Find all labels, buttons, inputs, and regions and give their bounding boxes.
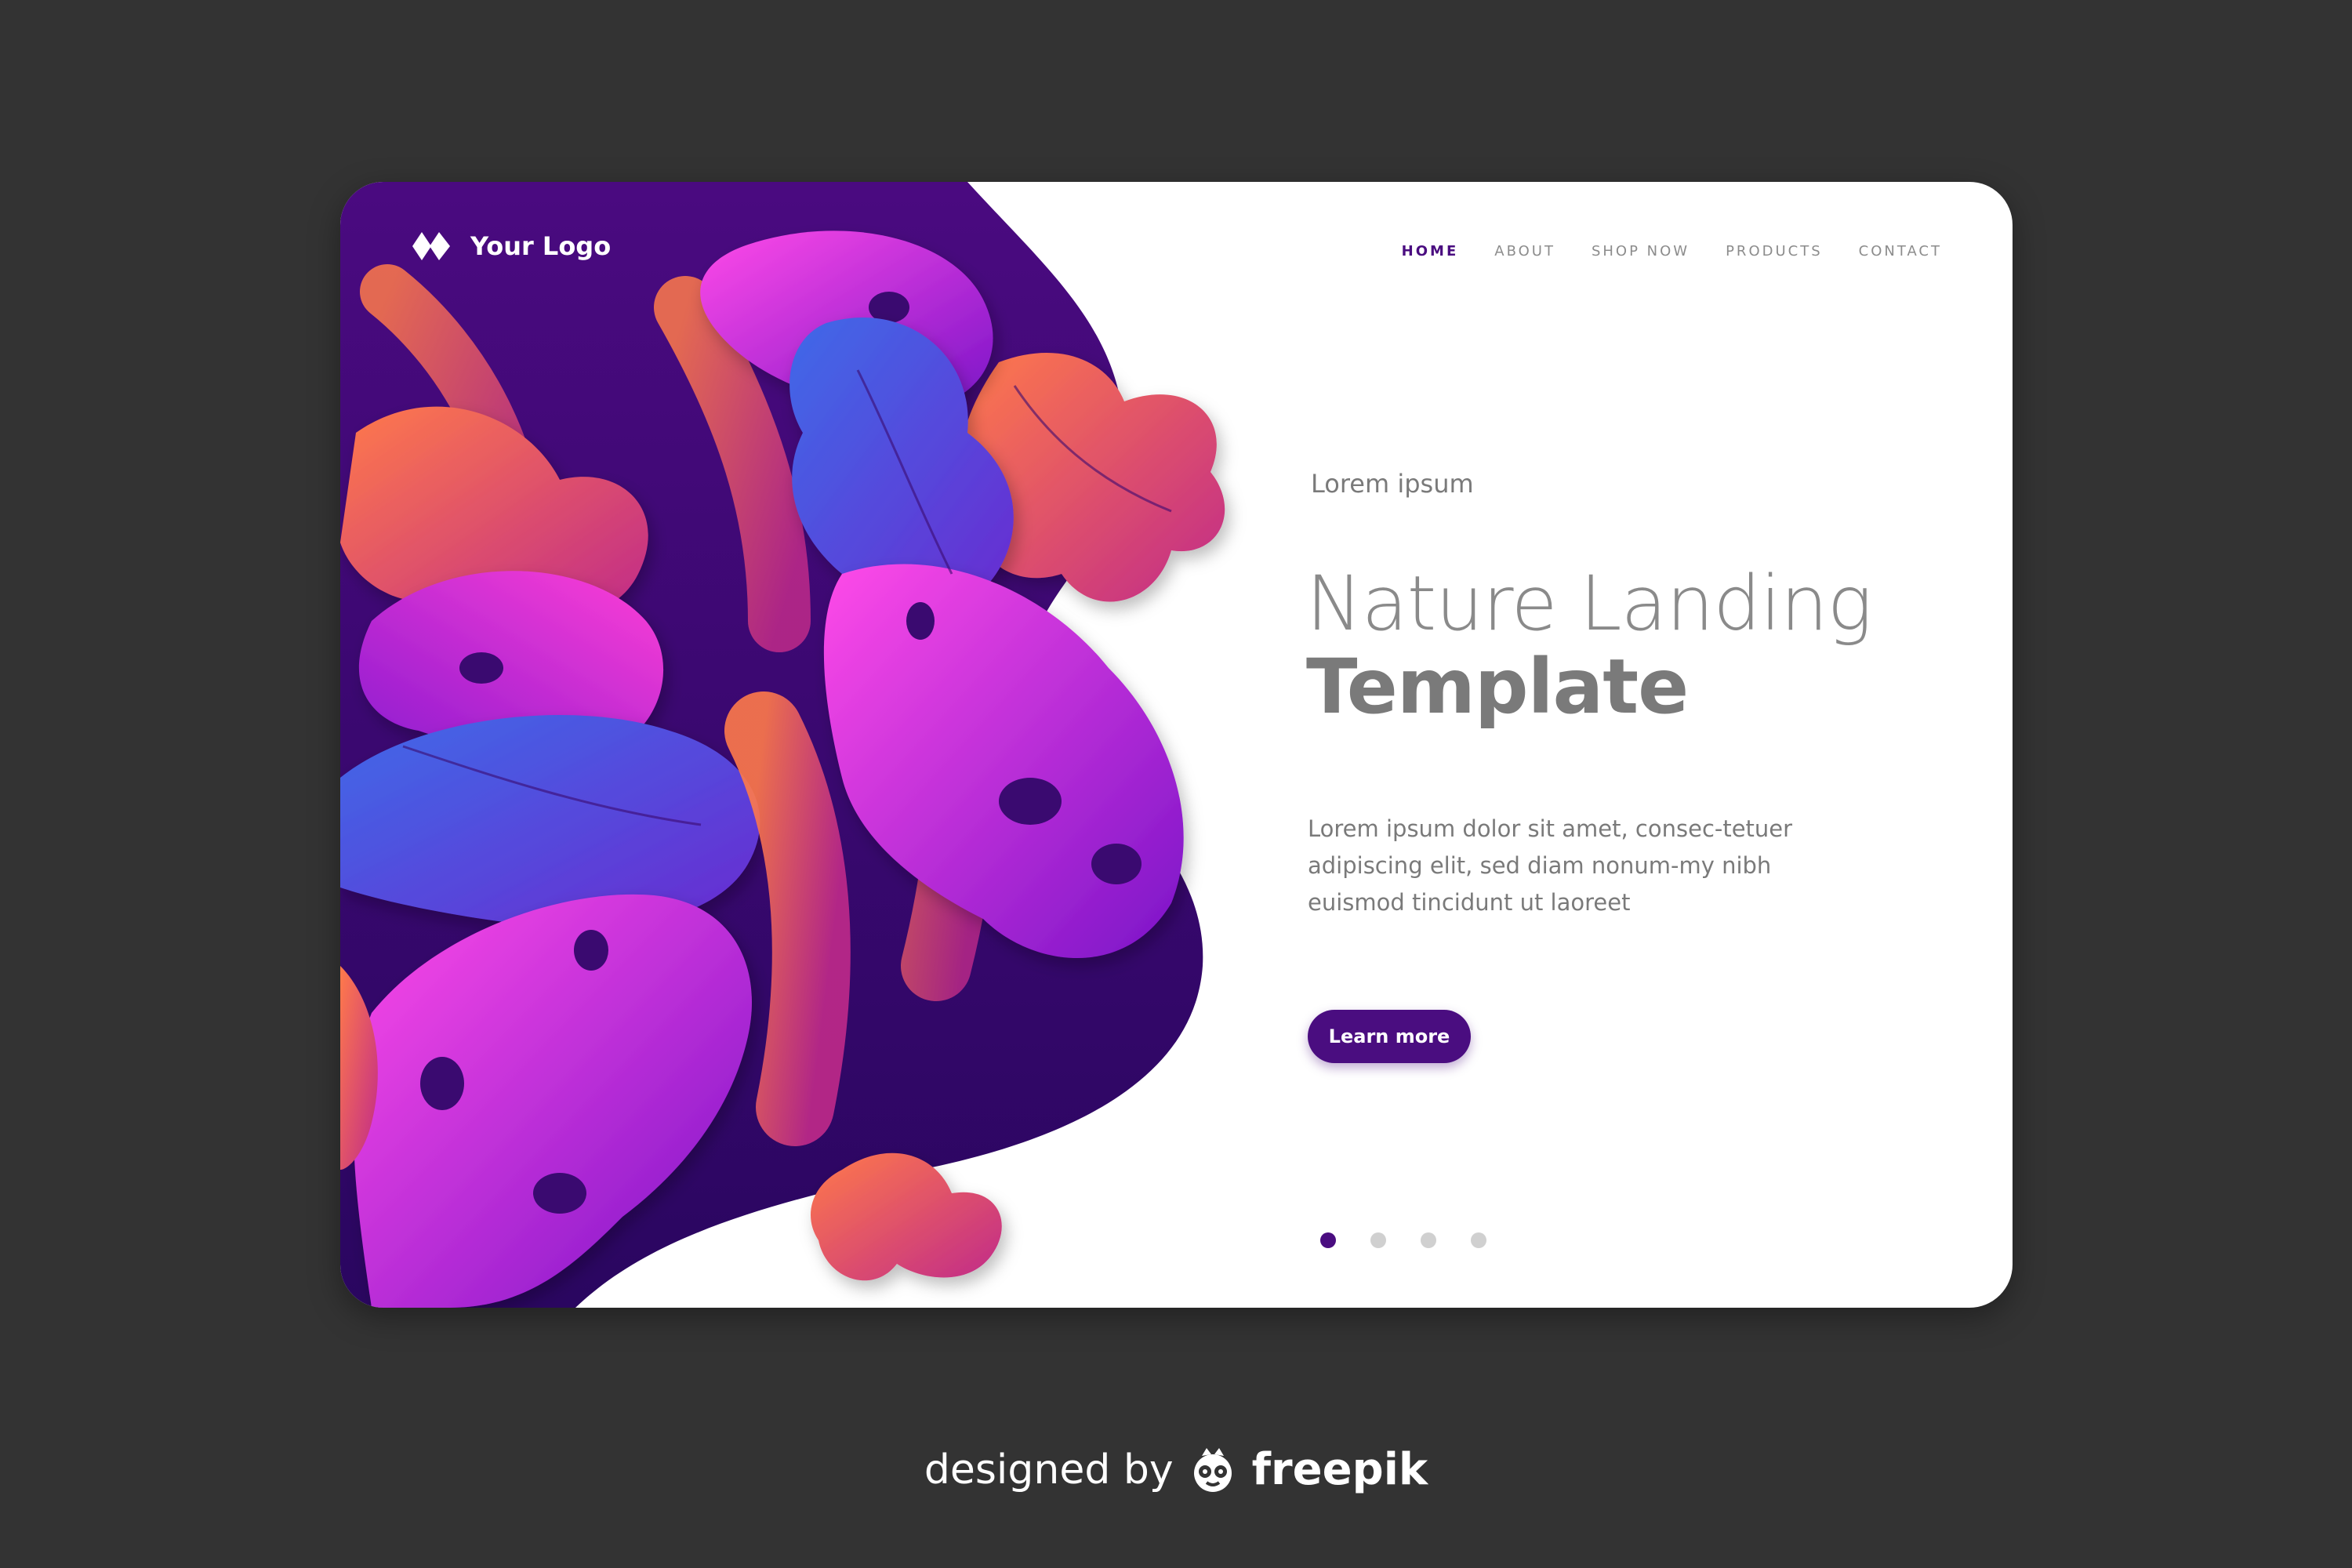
- logo-text: Your Logo: [470, 231, 612, 261]
- slider-dot-1[interactable]: [1320, 1232, 1336, 1248]
- freepik-owl-icon: [1193, 1447, 1232, 1492]
- hero-body-text: Lorem ipsum dolor sit amet, consec-tetue…: [1308, 815, 1793, 916]
- slider-dot-2[interactable]: [1370, 1232, 1386, 1248]
- nav-item-products[interactable]: PRODUCTS: [1726, 243, 1823, 260]
- designer-credit: designed by freepik: [0, 1444, 2352, 1495]
- tropical-leaves-illustration: [340, 182, 1225, 1308]
- slider-dot-3[interactable]: [1421, 1232, 1436, 1248]
- diamond-logo-icon: [412, 232, 450, 260]
- slider-pagination: [1320, 1232, 1486, 1248]
- nav-item-about[interactable]: ABOUT: [1494, 243, 1555, 260]
- hero-eyebrow: Lorem ipsum: [1311, 469, 1474, 499]
- logo[interactable]: Your Logo: [411, 230, 611, 262]
- main-nav: HOME ABOUT SHOP NOW PRODUCTS CONTACT: [1402, 243, 1942, 260]
- nav-item-shop-now[interactable]: SHOP NOW: [1592, 243, 1690, 260]
- landing-card: Your Logo HOME ABOUT SHOP NOW PRODUCTS C…: [340, 182, 2013, 1308]
- nav-item-contact[interactable]: CONTACT: [1859, 243, 1942, 260]
- nav-item-home[interactable]: HOME: [1402, 243, 1459, 260]
- hero-title-bold: Template: [1306, 643, 1689, 731]
- credit-brand: freepik: [1251, 1444, 1428, 1495]
- learn-more-button[interactable]: Learn more: [1308, 1010, 1471, 1063]
- credit-prefix: designed by: [924, 1446, 1174, 1494]
- slider-dot-4[interactable]: [1471, 1232, 1486, 1248]
- hero-title-light: Nature Landing: [1306, 560, 1872, 648]
